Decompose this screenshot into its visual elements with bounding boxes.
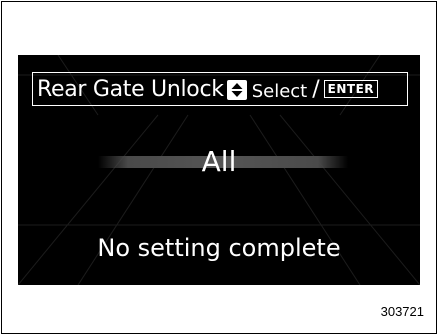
separator: / — [312, 76, 320, 102]
header-bar: Rear Gate Unlock Select / ENTER — [32, 72, 408, 106]
select-label: Select — [251, 80, 308, 102]
enter-key-label: ENTER — [323, 80, 379, 98]
figure-number: 303721 — [380, 304, 424, 319]
status-message: No setting complete — [97, 234, 341, 262]
up-down-arrows-icon — [226, 80, 247, 100]
figure-frame: Rear Gate Unlock Select / ENTER All No s… — [1, 1, 437, 334]
setting-value: All — [201, 145, 237, 178]
display-screen: Rear Gate Unlock Select / ENTER All No s… — [18, 55, 420, 285]
header-title: Rear Gate Unlock — [37, 76, 224, 102]
